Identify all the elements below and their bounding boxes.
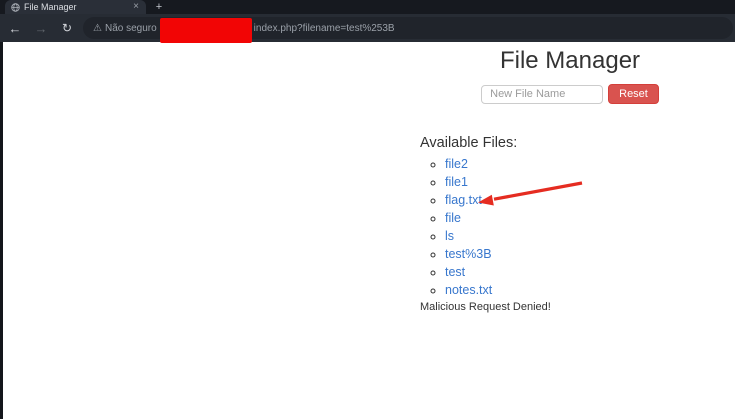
new-tab-button[interactable]: + <box>151 0 167 14</box>
file-link-file2[interactable]: file2 <box>445 157 468 171</box>
file-list-item: test <box>445 263 720 281</box>
reload-icon[interactable]: ↻ <box>59 21 75 35</box>
warning-icon: ⚠ <box>93 23 102 34</box>
page-title: File Manager <box>420 48 720 74</box>
tab-close-icon[interactable]: × <box>132 2 140 12</box>
window-edge-strip <box>0 42 3 419</box>
globe-favicon-icon <box>11 3 20 12</box>
forward-icon[interactable]: → <box>33 21 49 36</box>
tab-title: File Manager <box>24 2 128 12</box>
available-files-heading: Available Files: <box>420 133 720 153</box>
new-file-name-input[interactable] <box>481 85 603 104</box>
file-list: file2 file1 flag.txt file ls test%3B test notes… <box>420 155 720 299</box>
status-message: Malicious Request Denied! <box>420 301 720 313</box>
file-link-test[interactable]: test <box>445 265 465 279</box>
file-list-item: file2 <box>445 155 720 173</box>
file-link-file[interactable]: file <box>445 211 461 225</box>
security-label[interactable]: Não seguro <box>105 23 157 34</box>
new-file-form: Reset <box>420 84 720 104</box>
browser-window: File Manager × + ← → ↻ ⚠ Não seguro inde… <box>0 0 735 419</box>
back-icon[interactable]: ← <box>7 21 23 36</box>
browser-toolbar: ← → ↻ ⚠ Não seguro index.php?filename=te… <box>0 14 735 42</box>
file-link-ls[interactable]: ls <box>445 229 454 243</box>
file-list-item: test%3B <box>445 245 720 263</box>
file-list-item: ls <box>445 227 720 245</box>
address-bar[interactable]: ⚠ Não seguro index.php?filename=test%253… <box>83 17 733 39</box>
tab-strip: File Manager × + <box>0 0 735 14</box>
reset-button[interactable]: Reset <box>608 84 659 104</box>
file-link-test%3B[interactable]: test%3B <box>445 247 492 261</box>
page-content: File Manager Reset Available Files: file… <box>420 42 720 313</box>
file-link-notes.txt[interactable]: notes.txt <box>445 283 492 297</box>
file-list-item: file1 <box>445 173 720 191</box>
tab-file-manager[interactable]: File Manager × <box>5 0 146 14</box>
file-link-flag.txt[interactable]: flag.txt <box>445 193 482 207</box>
file-list-item: file <box>445 209 720 227</box>
file-list-item: flag.txt <box>445 191 720 209</box>
redaction-box <box>160 18 252 43</box>
url-text[interactable]: index.php?filename=test%253B <box>254 23 395 34</box>
file-list-item: notes.txt <box>445 281 720 299</box>
file-link-file1[interactable]: file1 <box>445 175 468 189</box>
